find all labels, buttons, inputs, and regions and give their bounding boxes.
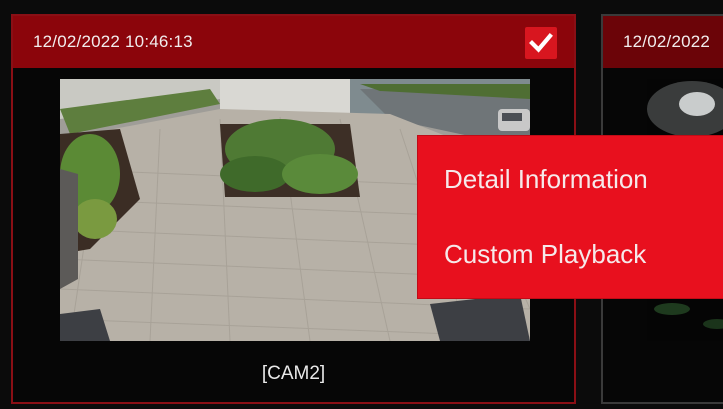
select-checkbox[interactable] — [525, 27, 557, 59]
card-header: 12/02/2022 10:46:13 — [13, 16, 574, 68]
menu-item-custom-playback[interactable]: Custom Playback — [444, 239, 646, 270]
playback-results-panel: 12/02/2022 10:46:13 [CAM2] 12/02/2022 De… — [0, 0, 723, 409]
camera-label: [CAM2] — [261, 363, 326, 384]
card-header: 12/02/2022 — [603, 16, 723, 68]
menu-item-detail-information[interactable]: Detail Information — [444, 164, 648, 195]
card-timestamp: 12/02/2022 — [623, 32, 711, 51]
context-menu: Detail Information Custom Playback — [418, 136, 723, 298]
checkmark-icon — [529, 33, 553, 53]
card-timestamp: 12/02/2022 10:46:13 — [33, 32, 193, 51]
